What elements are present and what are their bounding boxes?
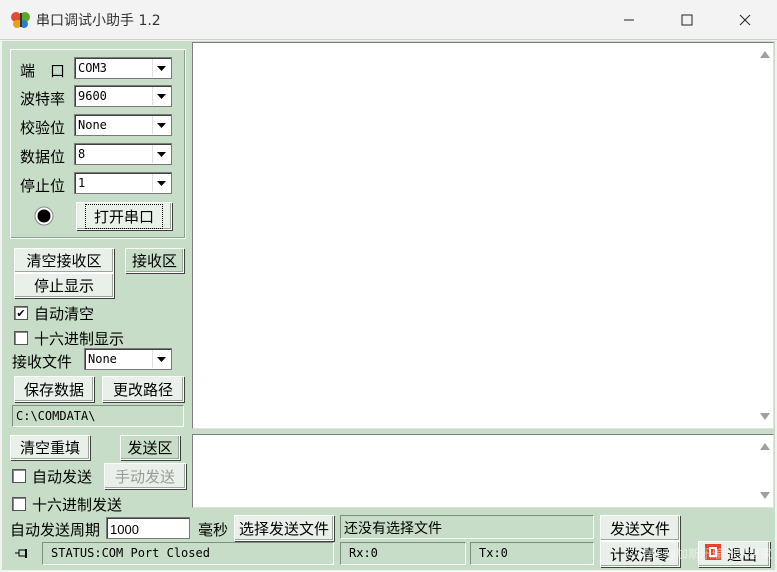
ms-label: 毫秒 [198,521,229,539]
baud-select[interactable]: 9600 [74,85,172,107]
stopbits-value: 1 [78,176,86,190]
parity-label: 校验位 [20,119,66,137]
send-area-button[interactable]: 发送区 [120,435,180,460]
chevron-down-icon[interactable] [152,350,170,368]
butterfly-icon [10,10,32,30]
port-label: 端 口 [20,62,66,80]
auto-clear-label: 自动清空 [34,305,95,323]
send-scrollbar[interactable] [756,435,773,507]
receive-area-button[interactable]: 接收区 [125,248,184,273]
hex-send-checkbox[interactable] [12,497,26,511]
auto-send-label: 自动发送 [32,468,93,486]
choose-send-file-button[interactable]: 选择发送文件 [234,515,334,541]
rx-counter: Rx:0 [340,542,466,565]
close-button[interactable] [716,0,774,40]
status-text: STATUS:COM Port Closed [42,542,334,565]
stopbits-select[interactable]: 1 [74,172,172,194]
manual-send-button[interactable]: 手动发送 [104,463,186,489]
left-panel: 端 口 COM3 波特率 9600 校验位 None 数据位 8 停止位 1 打… [4,43,190,431]
chevron-down-icon[interactable] [152,87,170,105]
databits-label: 数据位 [20,148,66,166]
chevron-down-icon[interactable] [152,145,170,163]
chevron-down-icon[interactable] [152,116,170,134]
scroll-down-icon[interactable] [760,413,770,420]
scroll-up-icon[interactable] [760,443,770,450]
receive-scrollbar[interactable] [756,43,773,428]
auto-clear-checkbox[interactable]: ✔ [14,306,28,320]
check-icon: ✔ [16,306,26,320]
open-port-label: 打开串口 [84,203,163,229]
databits-select[interactable]: 8 [74,143,172,165]
watermark-text: CSDN @加斯乐编程梦想家 [626,547,773,561]
parity-select[interactable]: None [74,114,172,136]
databits-value: 8 [78,147,86,161]
stop-display-button[interactable]: 停止显示 [14,273,114,298]
scroll-down-icon[interactable] [760,492,770,499]
send-file-button[interactable]: 发送文件 [600,515,680,541]
receive-textarea[interactable] [192,42,774,429]
stopbits-label: 停止位 [20,177,66,195]
clear-receive-button[interactable]: 清空接收区 [14,248,114,273]
port-select[interactable]: COM3 [74,57,172,79]
pin-icon[interactable] [14,547,30,565]
maximize-button[interactable] [658,0,716,40]
client-area: 端 口 COM3 波特率 9600 校验位 None 数据位 8 停止位 1 打… [2,41,775,570]
period-label: 自动发送周期 [10,521,101,539]
window-title: 串口调试小助手 1.2 [36,13,161,29]
hex-send-label: 十六进制发送 [32,496,123,514]
baud-label: 波特率 [20,90,66,108]
minimize-button[interactable] [600,0,658,40]
receive-file-label: 接收文件 [12,353,73,371]
minimize-icon [623,14,635,26]
hex-display-label: 十六进制显示 [34,330,125,348]
tx-counter: Tx:0 [470,542,594,565]
hex-display-checkbox[interactable] [14,331,28,345]
scroll-up-icon[interactable] [760,51,770,58]
port-value: COM3 [78,61,107,75]
port-status-indicator-icon [34,206,54,230]
change-path-button[interactable]: 更改路径 [102,376,184,402]
title-bar: 串口调试小助手 1.2 [0,0,777,40]
send-file-status: 还没有选择文件 [340,515,594,539]
save-path-display: C:\COMDATA\ [12,405,184,427]
auto-send-checkbox[interactable] [12,469,26,483]
receive-file-select[interactable]: None [84,348,172,370]
chevron-down-icon[interactable] [152,59,170,77]
chevron-down-icon[interactable] [152,174,170,192]
baud-value: 9600 [78,89,107,103]
open-port-button[interactable]: 打开串口 [76,202,172,230]
save-data-button[interactable]: 保存数据 [14,376,94,402]
receive-file-value: None [88,352,117,366]
close-icon [739,14,751,26]
send-textarea[interactable] [192,434,774,508]
period-input[interactable] [106,517,190,539]
clear-send-button[interactable]: 清空重填 [10,435,90,460]
maximize-icon [681,14,693,26]
parity-value: None [78,118,107,132]
